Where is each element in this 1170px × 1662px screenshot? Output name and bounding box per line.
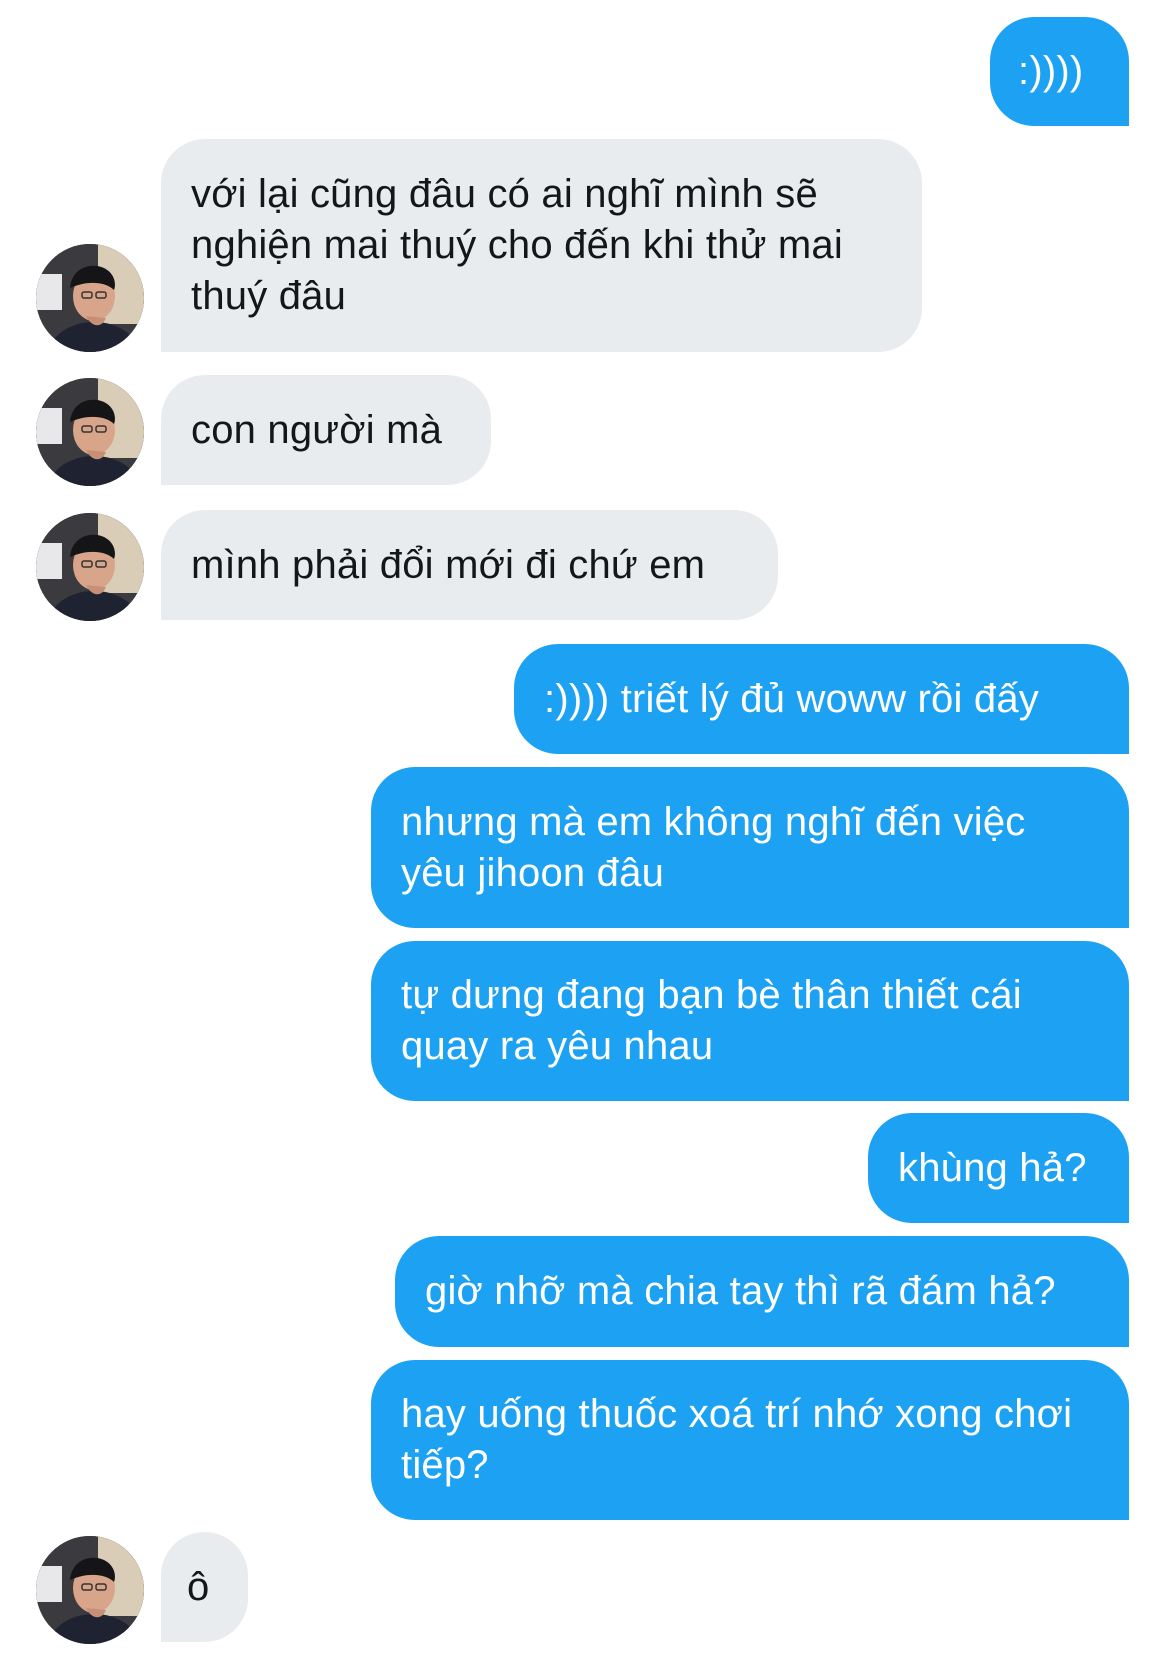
message-bubble-incoming[interactable]: với lại cũng đâu có ai nghĩ mình sẽ nghi… <box>161 139 922 352</box>
message-bubble-outgoing[interactable]: :)))) triết lý đủ woww rồi đấy <box>514 644 1129 754</box>
avatar[interactable] <box>36 1536 144 1644</box>
user-avatar-icon <box>36 1536 144 1644</box>
message-text: mình phải đổi mới đi chứ em <box>191 542 706 587</box>
avatar[interactable] <box>36 513 144 621</box>
message-text: hay uống thuốc xoá trí nhớ xong chơi tiế… <box>401 1392 1073 1487</box>
avatar[interactable] <box>36 378 144 486</box>
user-avatar-icon <box>36 244 144 352</box>
message-text: nhưng mà em không nghĩ đến việc yêu jiho… <box>401 799 1026 895</box>
message-bubble-outgoing[interactable]: hay uống thuốc xoá trí nhớ xong chơi tiế… <box>371 1360 1129 1520</box>
message-bubble-incoming[interactable]: con người mà <box>161 375 491 485</box>
user-avatar-icon <box>36 378 144 486</box>
message-text: ô <box>187 1564 210 1609</box>
message-text: khùng hả? <box>898 1145 1087 1190</box>
message-bubble-outgoing[interactable]: :)))) <box>990 17 1129 126</box>
message-bubble-incoming[interactable]: ô <box>161 1532 248 1642</box>
message-bubble-incoming[interactable]: mình phải đổi mới đi chứ em <box>161 510 778 620</box>
message-text: :)))) <box>1018 49 1084 93</box>
message-text: giờ nhỡ mà chia tay thì rã đám hả? <box>425 1269 1056 1313</box>
avatar[interactable] <box>36 244 144 352</box>
message-bubble-outgoing[interactable]: giờ nhỡ mà chia tay thì rã đám hả? <box>395 1236 1129 1347</box>
message-thread: :)))) với lại cũng đâu có ai nghĩ mình s… <box>0 0 1170 1662</box>
message-bubble-outgoing[interactable]: tự dưng đang bạn bè thân thiết cái quay … <box>371 941 1129 1101</box>
message-text: con người mà <box>191 407 443 452</box>
message-text: :)))) triết lý đủ woww rồi đấy <box>544 676 1039 721</box>
message-text: tự dưng đang bạn bè thân thiết cái quay … <box>401 973 1022 1068</box>
message-bubble-outgoing[interactable]: nhưng mà em không nghĩ đến việc yêu jiho… <box>371 767 1129 928</box>
message-bubble-outgoing[interactable]: khùng hả? <box>868 1113 1129 1223</box>
user-avatar-icon <box>36 513 144 621</box>
message-text: với lại cũng đâu có ai nghĩ mình sẽ nghi… <box>191 172 843 318</box>
